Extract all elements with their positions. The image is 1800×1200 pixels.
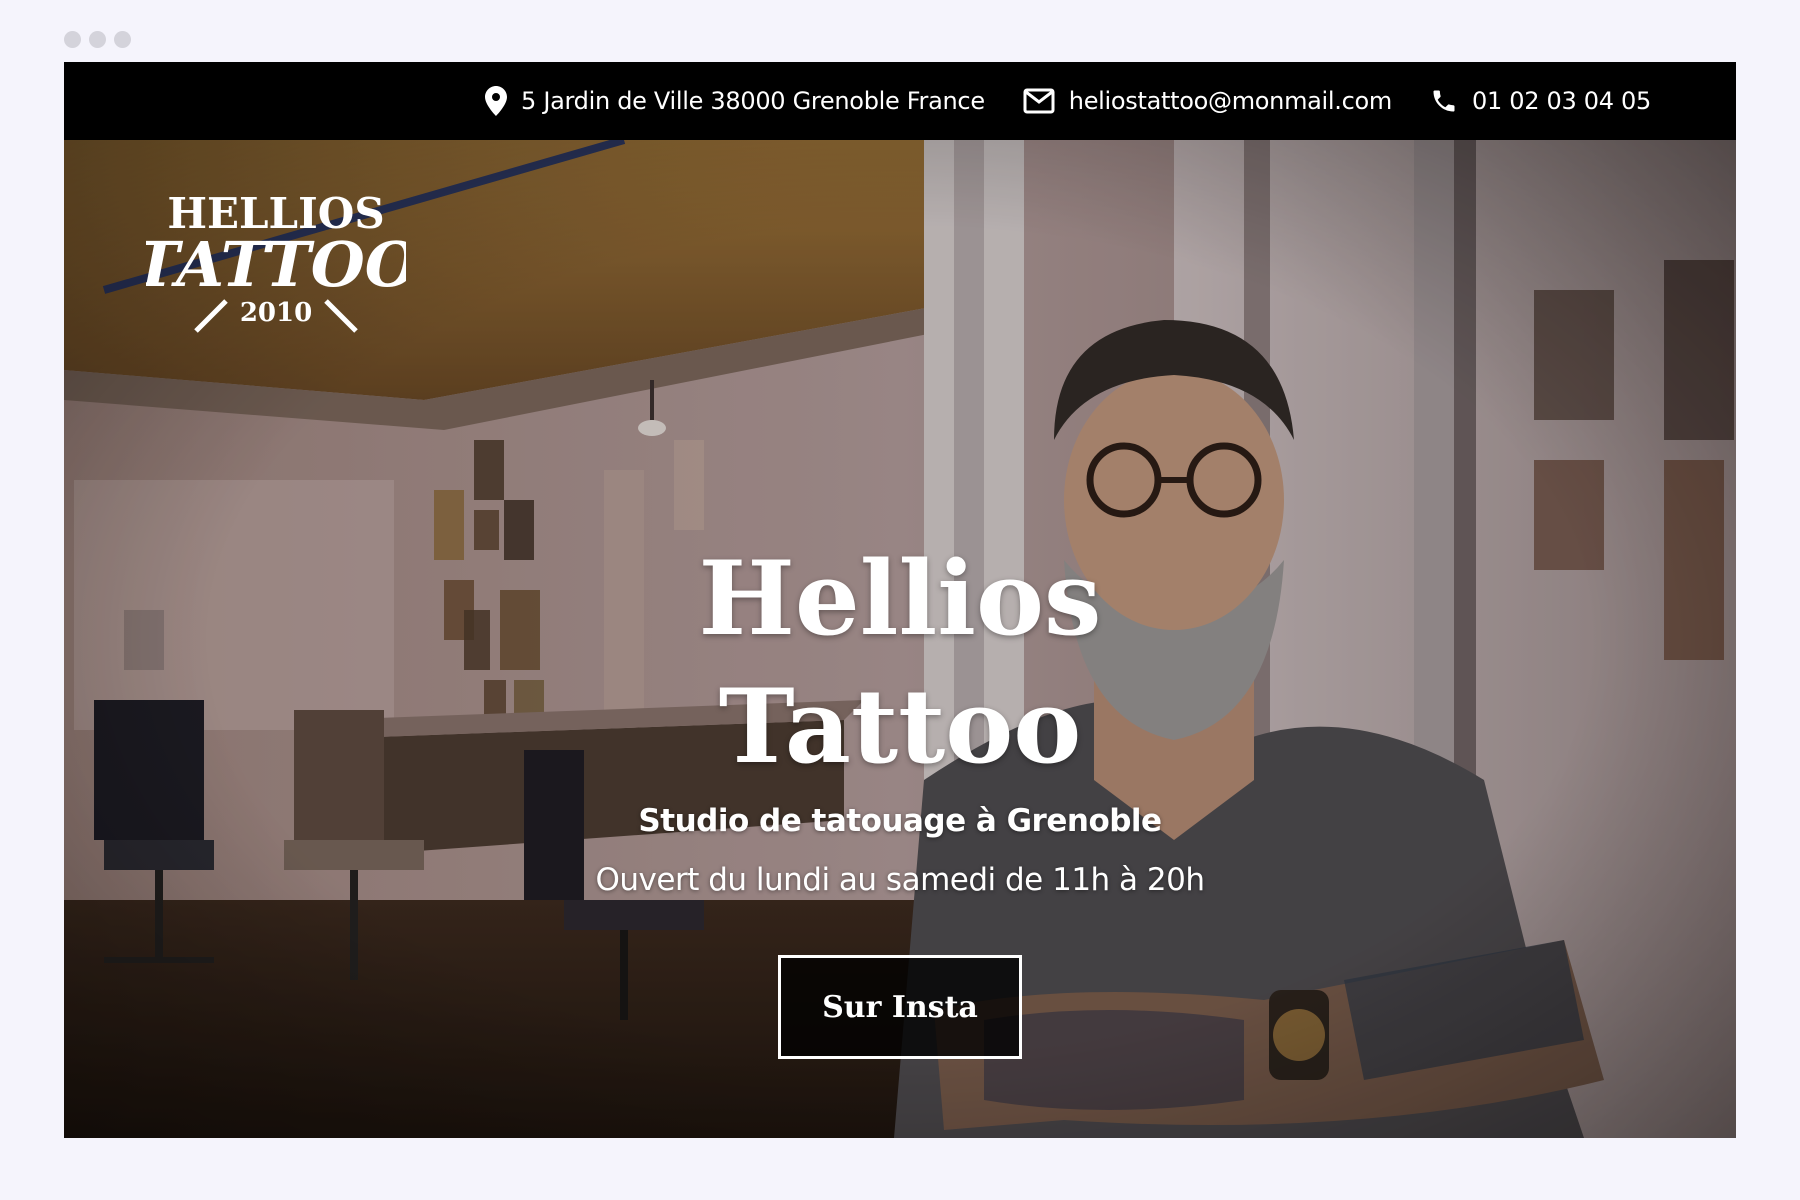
email-text: heliostattoo@monmail.com (1068, 87, 1392, 115)
browser-viewport: 5 Jardin de Ville 38000 Grenoble France … (64, 62, 1736, 1138)
hero-content: Hellios Tattoo Studio de tatouage à Gren… (64, 140, 1736, 1138)
window-dot-icon (89, 31, 106, 48)
hero-subtitle: Studio de tatouage à Grenoble (638, 803, 1162, 839)
phone-item[interactable]: 01 02 03 04 05 (1430, 87, 1651, 115)
phone-icon (1433, 90, 1455, 112)
hero-title-line1: Hellios (698, 539, 1102, 659)
hero-title-line2: Tattoo (718, 667, 1082, 787)
window-dot-icon (114, 31, 131, 48)
contact-bar: 5 Jardin de Ville 38000 Grenoble France … (64, 62, 1736, 140)
hero-section: HELLIOS TATTOO 2010 Hellios Tattoo Studi… (64, 140, 1736, 1138)
address-text: 5 Jardin de Ville 38000 Grenoble France (521, 87, 985, 115)
opening-hours: Ouvert du lundi au samedi de 11h à 20h (595, 862, 1205, 898)
hero-title: Hellios Tattoo (64, 535, 1736, 791)
email-item[interactable]: heliostattoo@monmail.com (1023, 87, 1392, 115)
window-controls (64, 31, 131, 48)
instagram-button[interactable]: Sur Insta (778, 955, 1022, 1059)
location-pin-icon (485, 86, 508, 116)
address-item[interactable]: 5 Jardin de Ville 38000 Grenoble France (485, 86, 985, 116)
phone-text: 01 02 03 04 05 (1471, 87, 1651, 115)
window-dot-icon (64, 31, 81, 48)
mail-icon (1023, 88, 1055, 114)
